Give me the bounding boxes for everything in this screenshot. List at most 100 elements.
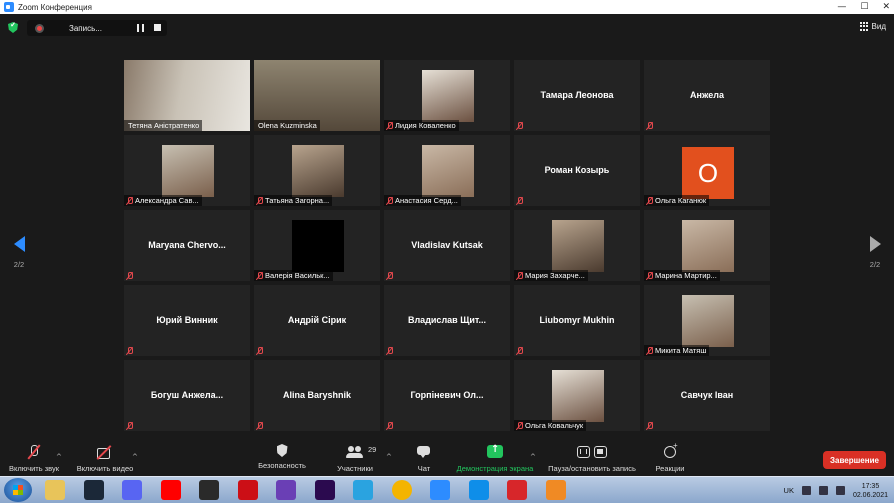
participant-name-large: Горпіневич Ол... xyxy=(410,390,484,400)
stop-icon[interactable] xyxy=(154,24,161,31)
participant-tile[interactable]: Татьяна Загорна... xyxy=(254,135,380,206)
participant-tile[interactable]: Александра Сав... xyxy=(124,135,250,206)
media-player-icon[interactable] xyxy=(545,480,566,500)
explorer-icon[interactable] xyxy=(45,480,65,500)
participant-name: Мария Захарче... xyxy=(525,271,585,280)
system-tray: UK 17:35 02.06.2021 xyxy=(784,477,888,503)
participants-options-caret[interactable]: ^ xyxy=(386,453,392,461)
participant-tile[interactable]: Мария Захарче... xyxy=(514,210,640,281)
zoom-window: Zoom Конференция — ☐ ✕ Запись... Вид 2/2… xyxy=(0,0,894,503)
discord-icon[interactable] xyxy=(122,480,142,500)
view-button[interactable]: Вид xyxy=(859,22,886,31)
window-controls: — ☐ ✕ xyxy=(837,0,890,14)
pen-app-icon[interactable] xyxy=(276,480,296,500)
participants-button[interactable]: 29 Участники ^ xyxy=(334,444,392,473)
participant-name: Валерія Васильк... xyxy=(265,271,330,280)
participant-tile[interactable]: Андрій Сірик xyxy=(254,285,380,356)
ccleaner-icon[interactable] xyxy=(507,480,527,500)
participant-tile[interactable]: Анжела xyxy=(644,60,770,131)
pause-icon[interactable] xyxy=(137,24,144,32)
teamviewer-icon[interactable] xyxy=(468,480,489,500)
mic-muted-icon xyxy=(386,121,393,130)
participant-tile[interactable]: Maryana Chervo... xyxy=(124,210,250,281)
participant-tile[interactable]: Liubomyr Mukhin xyxy=(514,285,640,356)
participant-name-large: Alina Baryshnik xyxy=(282,390,352,400)
shield-check-icon[interactable] xyxy=(8,22,18,33)
end-meeting-button[interactable]: Завершение xyxy=(823,451,886,469)
participant-tile[interactable]: Марина Мартир... xyxy=(644,210,770,281)
participant-caption xyxy=(514,345,526,356)
opera-icon[interactable] xyxy=(237,480,258,500)
participant-name: Ольга Каганюк xyxy=(655,196,707,205)
participant-caption xyxy=(254,345,266,356)
participant-name: Olena Kuzminska xyxy=(258,121,317,130)
participant-tile[interactable]: Савчук Іван xyxy=(644,360,770,431)
reactions-label: Реакции xyxy=(655,464,685,473)
chat-icon xyxy=(417,444,431,460)
participant-name: Татьяна Загорна... xyxy=(265,196,330,205)
premiere-icon[interactable] xyxy=(314,480,335,500)
participant-tile[interactable]: Валерія Васильк... xyxy=(254,210,380,281)
participant-tile[interactable]: Анастасия Серд... xyxy=(384,135,510,206)
start-video-button[interactable]: Включить видео ^ xyxy=(74,444,138,473)
participant-tile[interactable]: Юрий Винник xyxy=(124,285,250,356)
mic-muted-icon xyxy=(386,421,393,430)
clock[interactable]: 17:35 02.06.2021 xyxy=(853,482,888,500)
participant-tile[interactable]: Роман Козырь xyxy=(514,135,640,206)
next-page-button[interactable]: 2/2 xyxy=(866,236,884,269)
reactions-button[interactable]: Реакции xyxy=(654,441,686,473)
chat-button[interactable]: Чат xyxy=(412,444,436,473)
pause-stop-recording-button[interactable]: Пауза/остановить запись xyxy=(546,444,638,473)
participant-name-large: Тамара Леонова xyxy=(540,90,614,100)
close-button[interactable]: ✕ xyxy=(882,2,890,12)
participant-tile[interactable]: O Ольга Каганюк xyxy=(644,135,770,206)
grid-icon xyxy=(859,22,869,31)
minimize-button[interactable]: — xyxy=(837,2,846,12)
share-options-caret[interactable]: ^ xyxy=(530,453,536,461)
volume-icon[interactable] xyxy=(835,486,845,495)
zoom-icon[interactable] xyxy=(430,480,450,500)
reaction-icon xyxy=(663,441,678,460)
view-label: Вид xyxy=(871,22,886,31)
participant-photo xyxy=(162,145,214,197)
start-button[interactable] xyxy=(4,478,32,502)
video-options-caret[interactable]: ^ xyxy=(132,453,138,461)
participant-tile[interactable]: Olena Kuzminska xyxy=(254,60,380,131)
youtube-music-icon[interactable] xyxy=(160,480,181,500)
security-label: Безопасность xyxy=(258,461,306,470)
maximize-button[interactable]: ☐ xyxy=(860,2,868,12)
chrome-icon[interactable] xyxy=(391,480,412,500)
participant-tile[interactable]: Ольга Ковальчук xyxy=(514,360,640,431)
mic-muted-icon xyxy=(516,346,523,355)
tray-up-icon[interactable] xyxy=(801,486,811,495)
previous-page-button[interactable]: 2/2 xyxy=(10,236,28,269)
participant-tile[interactable]: Тамара Леонова xyxy=(514,60,640,131)
share-screen-button[interactable]: Демонстрация экрана ^ xyxy=(454,444,536,473)
participant-tile[interactable]: Alina Baryshnik xyxy=(254,360,380,431)
participant-tile[interactable]: Микита Матяш xyxy=(644,285,770,356)
telegram-icon[interactable] xyxy=(353,480,373,500)
participant-tile[interactable]: Богуш Анжела... xyxy=(124,360,250,431)
mic-muted-icon xyxy=(516,271,523,280)
participant-tile[interactable]: Владислав Щит... xyxy=(384,285,510,356)
language-indicator[interactable]: UK xyxy=(784,486,794,495)
record-dot-icon xyxy=(35,23,44,33)
participant-caption: Лидия Коваленко xyxy=(384,120,459,131)
audio-options-caret[interactable]: ^ xyxy=(56,453,62,461)
participant-name-large: Андрій Сірик xyxy=(287,315,347,325)
chat-label: Чат xyxy=(417,464,431,473)
participant-name: Марина Мартир... xyxy=(655,271,717,280)
mic-muted-icon xyxy=(646,421,653,430)
mic-muted-icon xyxy=(646,271,653,280)
network-icon[interactable] xyxy=(818,486,828,495)
steam-icon[interactable] xyxy=(83,480,104,500)
participant-tile[interactable]: Лидия Коваленко xyxy=(384,60,510,131)
participant-tile[interactable]: Тетяна Аністратенко xyxy=(124,60,250,131)
mic-muted-icon xyxy=(516,196,523,205)
video-editor-icon[interactable] xyxy=(199,480,219,500)
participants-count: 29 xyxy=(368,445,377,454)
unmute-button[interactable]: Включить звук ^ xyxy=(6,444,62,473)
security-button[interactable]: Безопасность xyxy=(256,444,308,470)
participant-tile[interactable]: Vladislav Kutsak xyxy=(384,210,510,281)
participant-tile[interactable]: Горпіневич Ол... xyxy=(384,360,510,431)
